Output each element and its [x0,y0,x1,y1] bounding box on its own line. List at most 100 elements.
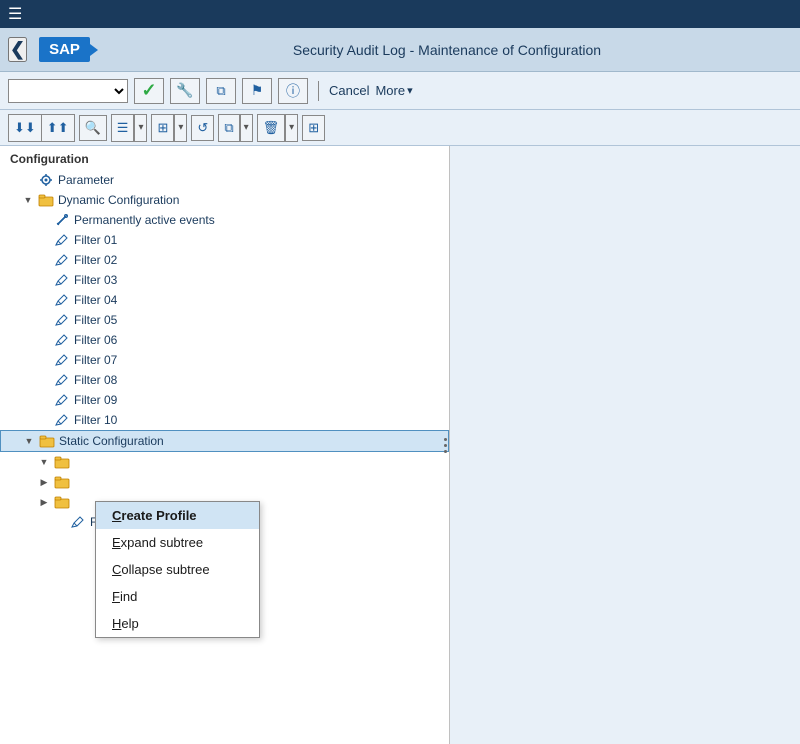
pencil-icon-01 [54,233,70,247]
delete-button[interactable]: 🗑 [258,115,286,141]
tree-item-filter08[interactable]: Filter 08 [0,370,449,390]
copy-icon: ⧉ [216,83,225,99]
list-view-button[interactable]: ☰ [112,115,135,141]
save-button[interactable]: ✓ [134,78,164,104]
pencil-icon-06 [54,333,70,347]
context-menu: Create Profile Expand subtree Collapse s… [95,501,260,638]
resize-handle[interactable] [441,430,449,460]
more-button[interactable]: More ▾ [375,83,412,98]
resize-dot [444,444,447,447]
tree-item-filter06[interactable]: Filter 06 [0,330,449,350]
right-panel [450,146,800,744]
refresh-button[interactable]: ↺ [191,115,214,141]
tree-item-filter04[interactable]: Filter 04 [0,290,449,310]
toolbar-select[interactable] [8,79,128,103]
tree-item-filter01[interactable]: Filter 01 [0,230,449,250]
blank2 [36,212,52,228]
folder-sub1-icon [54,455,70,469]
tree-panel: Configuration Parameter ▼ Dynamic Config… [0,146,450,744]
info-icon: ⓘ [286,81,300,101]
tree-item-filter02[interactable]: Filter 02 [0,250,449,270]
pencil-icon-09 [54,393,70,407]
copy2-icon: ⧉ [224,120,233,136]
context-menu-item-help[interactable]: Help [96,610,259,637]
back-button[interactable]: ❮ [8,37,27,62]
header: ❮ SAP Security Audit Log - Maintenance o… [0,28,800,72]
grid-icon: ⊞ [157,120,168,136]
tree-item-perm-events[interactable]: Permanently active events [0,210,449,230]
list-view-group: ☰ ▾ [111,114,148,142]
main-content: Configuration Parameter ▼ Dynamic Config… [0,146,800,744]
list-view-dropdown[interactable]: ▾ [134,115,146,141]
refresh-icon: ↺ [197,120,208,136]
collapse-all-button[interactable]: ⬆⬆ [42,115,74,141]
info-button[interactable]: ⓘ [278,78,308,104]
static-config-label: Static Configuration [59,434,164,448]
tree-item-filter10[interactable]: Filter 10 [0,410,449,430]
tree-item-static-sub2[interactable]: ▶ [0,472,449,492]
tree-item-filter07[interactable]: Filter 07 [0,350,449,370]
folder-sub2-icon [54,475,70,489]
tree-item-filter05[interactable]: Filter 05 [0,310,449,330]
pencil-icon-02 [54,253,70,267]
context-menu-item-find[interactable]: Find [96,583,259,610]
wrench2-icon [54,213,70,227]
tree-item-static-sub1[interactable]: ▼ [0,452,449,472]
tree-item-static-config[interactable]: ▼ Static Configuration [0,430,449,452]
pencil-icon-04 [54,293,70,307]
copy-item-button[interactable]: ⧉ [219,115,239,141]
extras-icon: ⊞ [308,120,319,136]
delete-group: 🗑 ▾ [257,114,299,142]
dynamic-config-label: Dynamic Configuration [58,193,179,207]
gear-icon [38,173,54,187]
tree-item-filter03[interactable]: Filter 03 [0,270,449,290]
tree-item-parameter[interactable]: Parameter [0,170,449,190]
context-menu-item-create-profile[interactable]: Create Profile [96,502,259,529]
folder-static-icon [39,434,55,448]
chevron-down-icon: ▾ [407,84,413,97]
extras-button[interactable]: ⊞ [302,115,325,141]
parameter-label: Parameter [58,173,114,187]
search-icon: 🔍 [85,120,101,136]
pencil-icon-05 [54,313,70,327]
copy-dropdown[interactable]: ▾ [240,115,252,141]
pencil-icon-08 [54,373,70,387]
collapse-all-icon: ⬆⬆ [47,120,69,136]
filter01-label: Filter 01 [74,233,117,247]
expand-all-button[interactable]: ⬇⬇ [9,115,42,141]
static-expand-icon[interactable]: ▼ [21,433,37,449]
filter06-label: Filter 06 [74,333,117,347]
grid-view-button[interactable]: ⊞ [152,115,174,141]
flag-button[interactable]: ⚑ [242,78,272,104]
cancel-button[interactable]: Cancel [329,83,369,98]
configure-button[interactable]: 🔧 [170,78,200,104]
tree-item-dynamic-config[interactable]: ▼ Dynamic Configuration [0,190,449,210]
menu-bar: ☰ [0,0,800,28]
grid-view-group: ⊞ ▾ [151,114,187,142]
secondary-toolbar: ⬇⬇ ⬆⬆ 🔍 ☰ ▾ ⊞ ▾ ↺ ⧉ ▾ 🗑 ▾ [0,110,800,146]
pencil-icon-s1 [70,515,86,529]
delete-dropdown[interactable]: ▾ [285,115,297,141]
resize-dot [444,450,447,453]
collapse-icon[interactable]: ▼ [20,192,36,208]
context-menu-item-expand-subtree[interactable]: Expand subtree [96,529,259,556]
create-profile-label: Create Profile [112,508,197,523]
blank-expand [20,172,36,188]
tree-item-filter09[interactable]: Filter 09 [0,390,449,410]
check-icon: ✓ [141,80,156,101]
pencil-icon-03 [54,273,70,287]
perm-events-label: Permanently active events [74,213,215,227]
filter10-label: Filter 10 [74,413,117,427]
filter04-label: Filter 04 [74,293,117,307]
hamburger-icon[interactable]: ☰ [8,4,22,24]
expand-collapse-group: ⬇⬇ ⬆⬆ [8,114,75,142]
toolbar-separator [318,81,319,101]
folder-sub3-icon [54,495,70,509]
copy-button[interactable]: ⧉ [206,78,236,104]
search-button[interactable]: 🔍 [79,115,107,141]
flag-icon: ⚑ [251,82,264,99]
list-icon: ☰ [117,120,129,136]
grid-view-dropdown[interactable]: ▾ [174,115,186,141]
folder-open-icon [38,193,54,207]
context-menu-item-collapse-subtree[interactable]: Collapse subtree [96,556,259,583]
